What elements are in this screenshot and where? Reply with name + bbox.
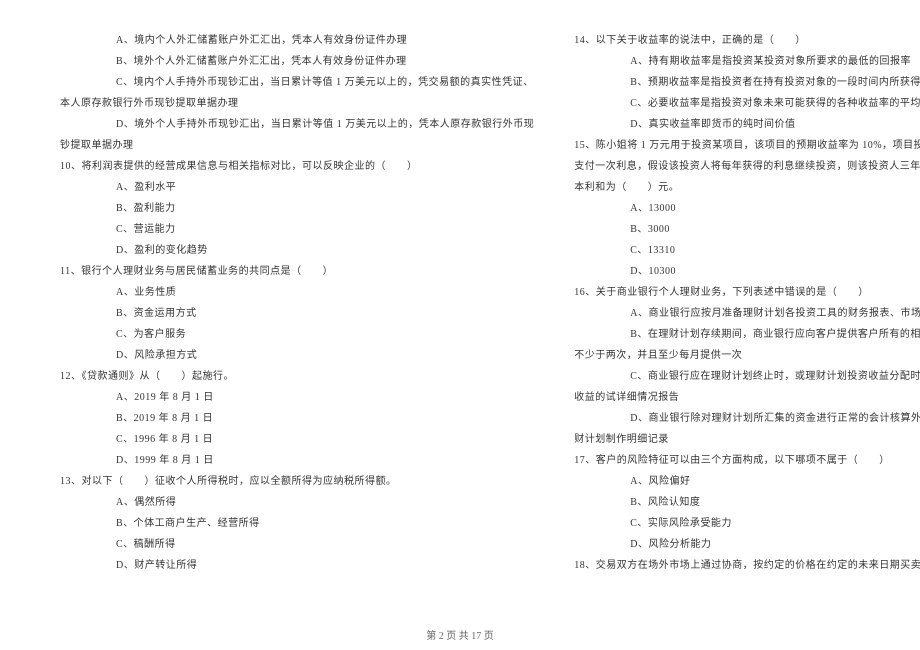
text-line: B、个体工商户生产、经营所得 xyxy=(60,513,534,534)
text-line: A、2019 年 8 月 1 日 xyxy=(60,387,534,408)
text-line: 财计划制作明细记录 xyxy=(574,429,920,450)
text-line: D、风险承担方式 xyxy=(60,345,534,366)
text-line: D、10300 xyxy=(574,261,920,282)
text-line: A、13000 xyxy=(574,198,920,219)
text-line: 不少于两次，并且至少每月提供一次 xyxy=(574,345,920,366)
text-line: B、预期收益率是指投资者在持有投资对象的一段时间内所获得的收益率 xyxy=(574,72,920,93)
text-line: D、风险分析能力 xyxy=(574,534,920,555)
text-line: A、盈利水平 xyxy=(60,177,534,198)
text-line: A、风险偏好 xyxy=(574,471,920,492)
text-line: B、在理财计划存续期间，商业银行应向客户提供客户所有的相关资产的账单，账单提供应 xyxy=(574,324,920,345)
text-line: 钞提取单据办理 xyxy=(60,135,534,156)
text-line: D、商业银行除对理财计划所汇集的资金进行正常的会计核算外，还应为每进一入个测试理 xyxy=(574,408,920,429)
text-line: 16、关于商业银行个人理财业务，下列表述中错误的是（ ） xyxy=(574,282,920,303)
text-line: 11、银行个人理财业务与居民储蓄业务的共同点是（ ） xyxy=(60,261,534,282)
text-line: B、2019 年 8 月 1 日 xyxy=(60,408,534,429)
text-line: 12、《贷款通则》从（ ）起施行。 xyxy=(60,366,534,387)
text-line: B、境外个人外汇储蓄账户外汇汇出，凭本人有效身份证件办理 xyxy=(60,51,534,72)
text-line: 18、交易双方在场外市场上通过协商，按约定的价格在约定的未来日期买卖某种标的金融… xyxy=(574,555,920,576)
text-line: 17、客户的风险特征可以由三个方面构成，以下哪项不属于（ ） xyxy=(574,450,920,471)
text-line: C、必要收益率是指投资对象未来可能获得的各种收益率的平均值 xyxy=(574,93,920,114)
text-line: C、境内个人手持外币现钞汇出，当日累计等值 1 万美元以上的，凭交易额的真实性凭… xyxy=(60,72,534,93)
text-line: C、为客户服务 xyxy=(60,324,534,345)
text-line: 14、以下关于收益率的说法中，正确的是（ ） xyxy=(574,30,920,51)
text-line: C、13310 xyxy=(574,240,920,261)
text-line: C、1996 年 8 月 1 日 xyxy=(60,429,534,450)
text-line: A、偶然所得 xyxy=(60,492,534,513)
text-line: B、资金运用方式 xyxy=(60,303,534,324)
text-line: D、1999 年 8 月 1 日 xyxy=(60,450,534,471)
text-line: 本人原存款银行外币现钞提取单据办理 xyxy=(60,93,534,114)
text-line: A、境内个人外汇储蓄账户外汇汇出，凭本人有效身份证件办理 xyxy=(60,30,534,51)
text-line: D、境外个人手持外币现钞汇出，当日累计等值 1 万美元以上的，凭本人原存款银行外… xyxy=(60,114,534,135)
text-line: 本利和为（ ）元。 xyxy=(574,177,920,198)
text-line: C、稿酬所得 xyxy=(60,534,534,555)
text-line: B、风险认知度 xyxy=(574,492,920,513)
text-line: C、实际风险承受能力 xyxy=(574,513,920,534)
text-line: 收益的试详细情况报告 xyxy=(574,387,920,408)
text-line: B、3000 xyxy=(574,219,920,240)
right-column: 14、以下关于收益率的说法中，正确的是（ ）A、持有期收益率是指投资某投资对象所… xyxy=(554,30,920,625)
text-line: C、商业银行应在理财计划终止时，或理财计划投资收益分配时，向客户提供理财计划投资… xyxy=(574,366,920,387)
text-line: 15、陈小姐将 1 万元用于投资某项目，该项目的预期收益率为 10%，项目投资期… xyxy=(574,135,920,156)
text-line: A、商业银行应按月准备理财计划各投资工具的财务报表、市场表现情况及相关材料 xyxy=(574,303,920,324)
text-line: D、财产转让所得 xyxy=(60,555,534,576)
text-line: B、盈利能力 xyxy=(60,198,534,219)
text-line: C、营运能力 xyxy=(60,219,534,240)
text-line: D、盈利的变化趋势 xyxy=(60,240,534,261)
text-line: 13、对以下（ ）征收个人所得税时，应以全额所得为应纳税所得额。 xyxy=(60,471,534,492)
text-line: A、业务性质 xyxy=(60,282,534,303)
text-line: 支付一次利息，假设该投资人将每年获得的利息继续投资，则该投资人三年投资期满将获得… xyxy=(574,156,920,177)
page-footer: 第 2 页 共 17 页 xyxy=(0,627,920,642)
left-column: A、境内个人外汇储蓄账户外汇汇出，凭本人有效身份证件办理B、境外个人外汇储蓄账户… xyxy=(50,30,554,625)
text-line: A、持有期收益率是指投资某投资对象所要求的最低的回报率 xyxy=(574,51,920,72)
text-line: D、真实收益率即货币的纯时间价值 xyxy=(574,114,920,135)
text-line: 10、将利润表提供的经营成果信息与相关指标对比，可以反映企业的（ ） xyxy=(60,156,534,177)
